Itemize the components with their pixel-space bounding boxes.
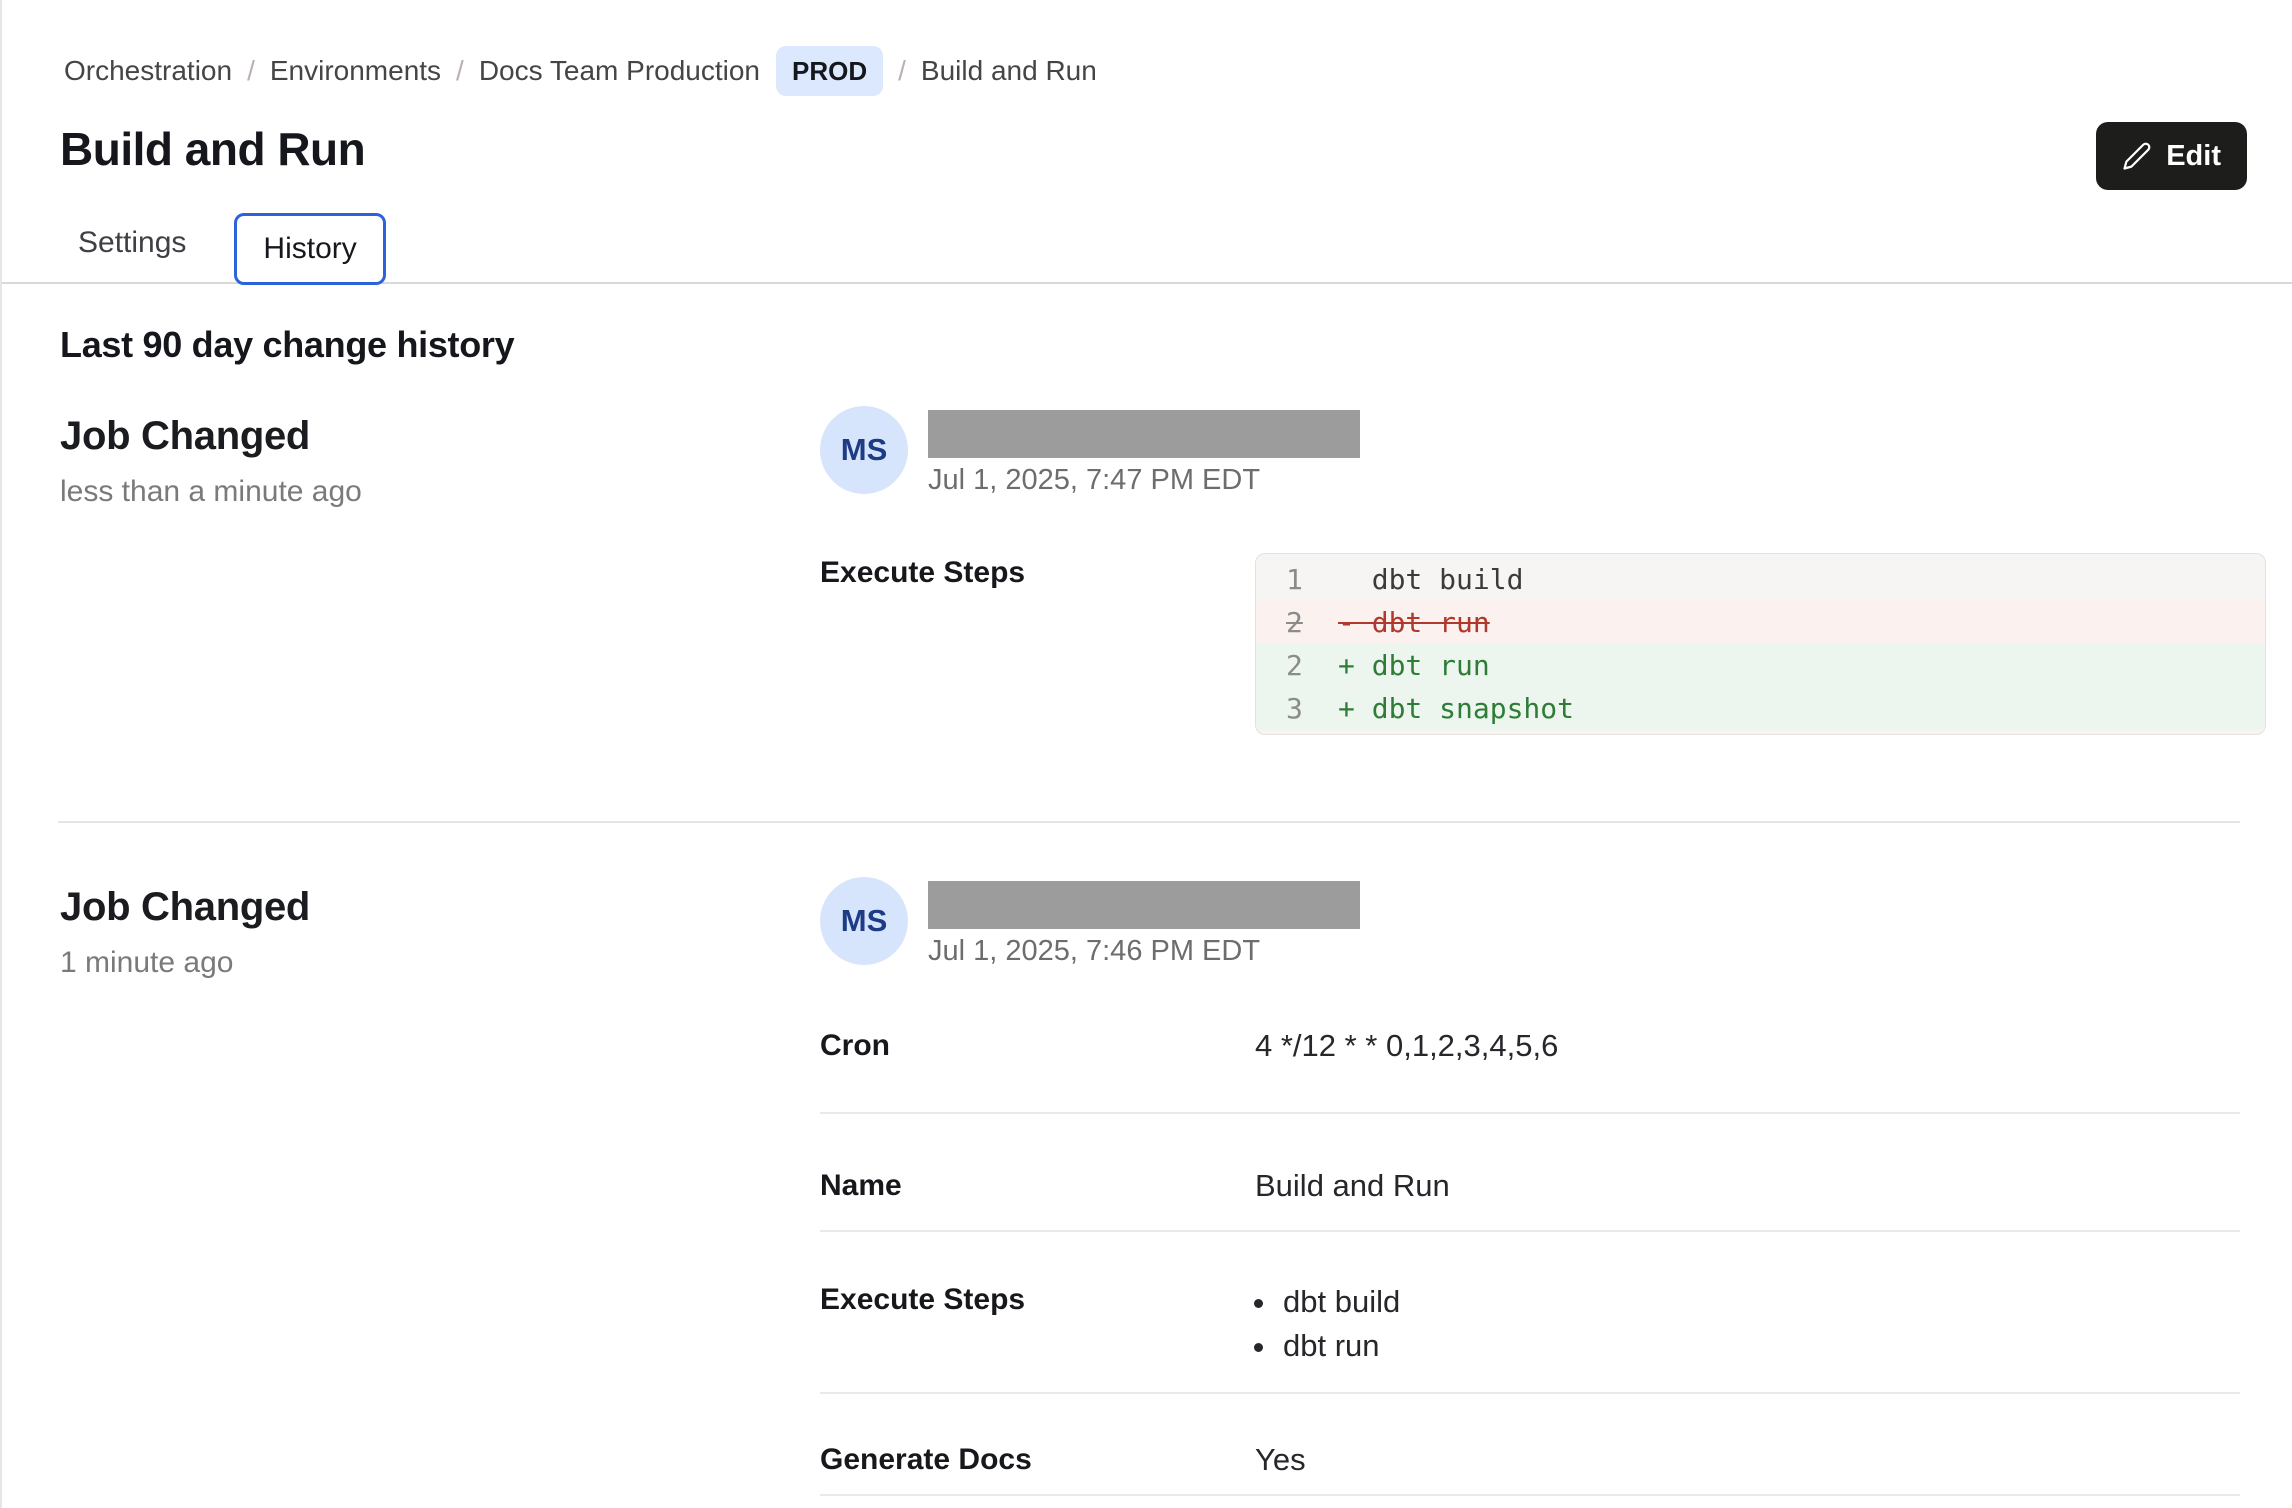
user-row: MS Jul 1, 2025, 7:47 PM EDT [820,406,2266,497]
breadcrumb-orchestration[interactable]: Orchestration [64,49,232,93]
execute-step-item: dbt run [1279,1324,2240,1368]
execute-step-item: dbt build [1279,1280,2240,1324]
execute-steps-list: dbt build dbt run [1255,1280,2240,1368]
user-meta: Jul 1, 2025, 7:46 PM EDT [928,877,1360,968]
entry-title: Job Changed [60,414,820,459]
breadcrumb-environments[interactable]: Environments [270,49,441,93]
pencil-icon [2122,141,2152,171]
detail-row-name: Name Build and Run [820,1114,2240,1232]
redacted-username-bar [928,410,1360,458]
tab-bar: Settings History [2,208,2292,284]
change-detail-rows: Cron 4 */12 * * 0,1,2,3,4,5,6 Name Build… [820,978,2240,1496]
edit-button[interactable]: Edit [2096,122,2247,190]
diff-line-number: 2 [1256,601,1338,644]
diff-line-code: + dbt snapshot [1338,687,1574,730]
name-value: Build and Run [1255,1166,2240,1206]
diff-line-added: 2+ dbt run [1256,644,2265,687]
execute-steps-label: Execute Steps [820,1280,1255,1368]
breadcrumb-current-page: Build and Run [921,49,1097,93]
diff-line-code: + dbt run [1338,644,1490,687]
diff-line-added: 3+ dbt snapshot [1256,687,2265,730]
execute-steps-diff: 1 dbt build 2- dbt run 2+ dbt run 3+ dbt… [1255,553,2266,735]
detail-row-cron: Cron 4 */12 * * 0,1,2,3,4,5,6 [820,978,2240,1114]
avatar: MS [820,406,908,494]
entry-detail: MS Jul 1, 2025, 7:46 PM EDT Cron 4 */12 … [820,877,2266,1496]
breadcrumb-environment-name[interactable]: Docs Team Production [479,49,760,93]
entry-time-ago: 1 minute ago [60,946,820,980]
diff-line-code: dbt build [1338,558,1523,601]
generate-docs-label: Generate Docs [820,1440,1255,1480]
cron-value: 4 */12 * * 0,1,2,3,4,5,6 [1255,1026,2240,1066]
page-header: Build and Run Edit [60,122,2247,190]
breadcrumb: Orchestration / Environments / Docs Team… [64,46,2266,96]
breadcrumb-separator: / [456,49,464,93]
prod-environment-badge: PROD [776,46,883,96]
name-label: Name [820,1166,1255,1206]
tab-settings[interactable]: Settings [60,208,204,282]
diff-line-removed: 2- dbt run [1256,601,2265,644]
history-entry: Job Changed 1 minute ago MS Jul 1, 2025,… [60,877,2266,1496]
user-row: MS Jul 1, 2025, 7:46 PM EDT [820,877,2266,968]
entry-timestamp: Jul 1, 2025, 7:47 PM EDT [928,464,1360,497]
tab-history[interactable]: History [234,213,385,285]
breadcrumb-separator: / [898,49,906,93]
entry-summary: Job Changed 1 minute ago [60,877,820,1496]
history-entry: Job Changed less than a minute ago MS Ju… [60,406,2266,821]
avatar: MS [820,877,908,965]
entry-divider [58,821,2240,823]
edit-button-label: Edit [2166,140,2221,173]
diff-line-code: - dbt run [1338,601,1490,644]
redacted-username-bar [928,881,1360,929]
job-history-page: Orchestration / Environments / Docs Team… [0,0,2292,1508]
execute-steps-label: Execute Steps [820,553,1255,735]
entry-timestamp: Jul 1, 2025, 7:46 PM EDT [928,935,1360,968]
diff-line-number: 3 [1256,687,1338,730]
cron-label: Cron [820,1026,1255,1066]
detail-row-generate-docs: Generate Docs Yes [820,1394,2240,1496]
diff-line-context: 1 dbt build [1256,558,2265,601]
breadcrumb-separator: / [247,49,255,93]
execute-steps-row: Execute Steps 1 dbt build 2- dbt run 2+ … [820,553,2266,735]
entry-detail: MS Jul 1, 2025, 7:47 PM EDT Execute Step… [820,406,2266,735]
history-panel: Last 90 day change history Job Changed l… [2,324,2292,1496]
generate-docs-value: Yes [1255,1440,2240,1480]
entry-title: Job Changed [60,885,820,930]
user-meta: Jul 1, 2025, 7:47 PM EDT [928,406,1360,497]
entry-time-ago: less than a minute ago [60,475,820,509]
entry-summary: Job Changed less than a minute ago [60,406,820,735]
history-section-heading: Last 90 day change history [60,324,2266,366]
diff-line-number: 1 [1256,558,1338,601]
page-title: Build and Run [60,122,365,176]
diff-line-number: 2 [1256,644,1338,687]
detail-row-execute-steps: Execute Steps dbt build dbt run [820,1232,2240,1394]
